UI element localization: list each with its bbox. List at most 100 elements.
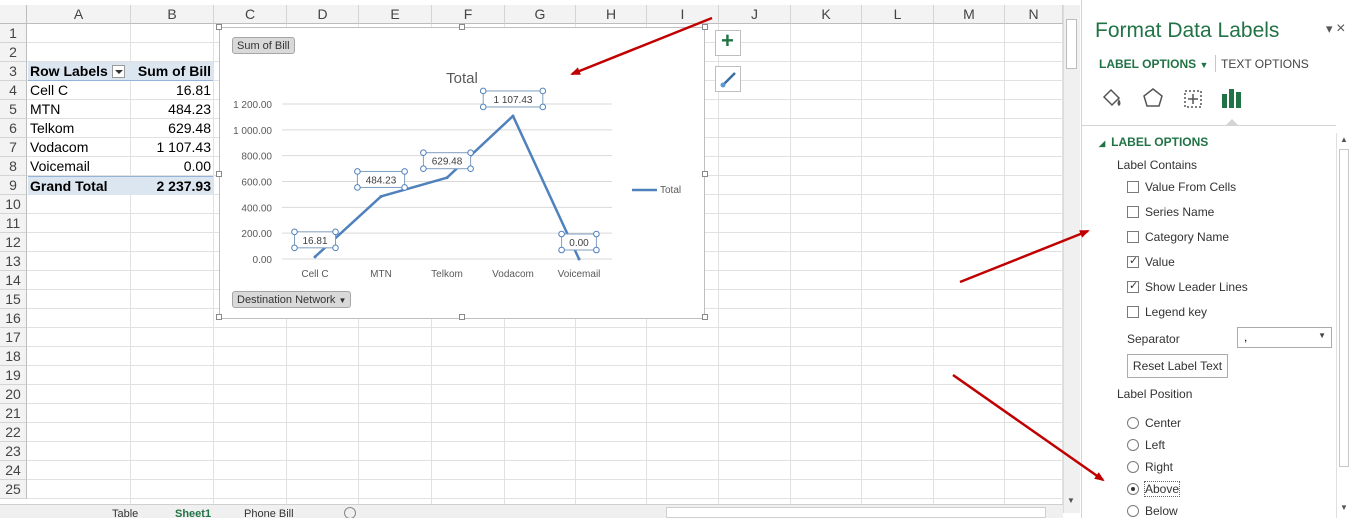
tab-label-options[interactable]: LABEL OPTIONS ▼ — [1099, 57, 1208, 71]
row-header[interactable]: 2 — [0, 43, 27, 62]
size-properties-icon[interactable] — [1180, 85, 1206, 111]
chart-styles-button[interactable] — [715, 66, 741, 92]
scroll-thumb[interactable] — [1339, 149, 1349, 467]
column-header[interactable]: A — [27, 5, 131, 24]
scroll-up-arrow[interactable]: ▲ — [1340, 135, 1348, 144]
pane-scrollbar[interactable]: ▲ ▼ — [1336, 133, 1352, 518]
resize-handle[interactable] — [702, 24, 708, 30]
label-handle[interactable] — [539, 103, 547, 111]
new-sheet-button[interactable] — [344, 507, 356, 518]
label-handle[interactable] — [593, 230, 600, 238]
label-handle[interactable] — [291, 244, 298, 252]
pivot-row-label[interactable]: MTN — [30, 100, 60, 119]
radio-label[interactable]: Left — [1145, 438, 1165, 452]
checkbox-label[interactable]: Series Name — [1145, 205, 1214, 219]
resize-handle[interactable] — [702, 314, 708, 320]
data-label[interactable]: 0.00 — [558, 230, 600, 254]
checkbox-label[interactable]: Legend key — [1145, 305, 1207, 319]
row-header[interactable]: 22 — [0, 423, 27, 442]
label-handle[interactable] — [479, 87, 487, 95]
checkbox-label[interactable]: Value — [1145, 255, 1175, 269]
row-header[interactable]: 7 — [0, 138, 27, 157]
pivot-row-label[interactable]: Vodacom — [30, 138, 88, 157]
column-header[interactable]: B — [131, 5, 214, 24]
label-handle[interactable] — [558, 246, 565, 254]
checkbox[interactable] — [1127, 206, 1139, 218]
row-header[interactable]: 4 — [0, 81, 27, 100]
radio-button[interactable] — [1127, 417, 1139, 429]
label-handle[interactable] — [479, 103, 487, 111]
radio-button[interactable] — [1127, 439, 1139, 451]
column-header[interactable]: H — [576, 5, 647, 24]
pivot-sum-header[interactable]: Sum of Bill — [131, 62, 213, 81]
resize-handle[interactable] — [702, 171, 708, 177]
checkbox-label[interactable]: Value From Cells — [1145, 180, 1236, 194]
row-header[interactable]: 18 — [0, 347, 27, 366]
checkbox[interactable] — [1127, 306, 1139, 318]
label-handle[interactable] — [354, 184, 361, 191]
row-header[interactable]: 23 — [0, 442, 27, 461]
sheet-tab-phone-bill[interactable]: Phone Bill — [244, 505, 294, 518]
checkbox[interactable] — [1127, 181, 1139, 193]
row-header[interactable]: 8 — [0, 157, 27, 176]
label-handle[interactable] — [558, 230, 565, 238]
row-header[interactable]: 5 — [0, 100, 27, 119]
label-handle[interactable] — [593, 246, 600, 254]
separator-dropdown[interactable]: , ▼ — [1237, 327, 1332, 348]
pivot-row-label[interactable]: Telkom — [30, 119, 74, 138]
pivot-grand-total-label[interactable]: Grand Total — [28, 176, 131, 195]
radio-label[interactable]: Below — [1145, 504, 1178, 518]
row-header[interactable]: 11 — [0, 214, 27, 233]
reset-label-text-button[interactable]: Reset Label Text — [1127, 354, 1228, 378]
label-handle[interactable] — [420, 165, 427, 172]
scroll-thumb[interactable] — [1066, 19, 1077, 69]
section-label-options[interactable]: ◢ LABEL OPTIONS — [1099, 135, 1208, 149]
effects-icon[interactable] — [1140, 85, 1166, 111]
label-handle[interactable] — [420, 149, 427, 156]
label-handle[interactable] — [467, 165, 474, 172]
sheet-tab-table[interactable]: Table — [112, 505, 138, 518]
chart-area[interactable]: Sum of Bill Destination Network ▼ Total 0… — [216, 24, 708, 320]
column-header[interactable]: K — [791, 5, 862, 24]
resize-handle[interactable] — [216, 314, 222, 320]
row-header[interactable]: 21 — [0, 404, 27, 423]
column-header[interactable]: F — [432, 5, 505, 24]
scroll-down-arrow[interactable]: ▼ — [1067, 496, 1075, 505]
row-header[interactable]: 3 — [0, 62, 27, 81]
column-header[interactable]: C — [214, 5, 287, 24]
row-header[interactable]: 24 — [0, 461, 27, 480]
pivot-row-labels-header[interactable]: Row Labels — [28, 62, 131, 81]
pivot-row-value[interactable]: 629.48 — [131, 119, 211, 138]
horizontal-scrollbar[interactable] — [666, 507, 1046, 518]
dropdown-arrow-icon[interactable]: ▾ — [1326, 21, 1333, 36]
pivot-grand-total-value[interactable]: 2 237.93 — [131, 176, 213, 195]
row-header[interactable]: 14 — [0, 271, 27, 290]
radio-label[interactable]: Center — [1145, 416, 1181, 430]
tab-text-options[interactable]: TEXT OPTIONS — [1221, 57, 1309, 71]
row-header[interactable]: 13 — [0, 252, 27, 271]
row-header[interactable]: 10 — [0, 195, 27, 214]
label-options-icon[interactable] — [1219, 85, 1245, 111]
row-header[interactable]: 25 — [0, 480, 27, 499]
label-handle[interactable] — [401, 168, 408, 175]
label-handle[interactable] — [291, 228, 298, 236]
scroll-down-arrow[interactable]: ▼ — [1340, 503, 1348, 512]
label-handle[interactable] — [354, 168, 361, 175]
row-header[interactable]: 17 — [0, 328, 27, 347]
chart-title[interactable]: Total — [446, 70, 478, 87]
fill-line-icon[interactable] — [1099, 85, 1125, 111]
radio-button[interactable] — [1127, 505, 1139, 517]
label-handle[interactable] — [539, 87, 547, 95]
column-header[interactable]: M — [934, 5, 1005, 24]
column-header[interactable]: G — [505, 5, 576, 24]
checkbox[interactable]: ✓ — [1127, 280, 1139, 293]
data-label[interactable]: 484.23 — [354, 168, 408, 191]
column-header[interactable]: I — [647, 5, 719, 24]
row-header[interactable]: 12 — [0, 233, 27, 252]
close-icon[interactable]: × — [1336, 20, 1345, 37]
radio-label[interactable]: Above — [1143, 481, 1181, 497]
chart-elements-button[interactable]: + — [715, 28, 741, 56]
label-handle[interactable] — [467, 149, 474, 156]
pivot-row-value[interactable]: 16.81 — [131, 81, 211, 100]
row-header[interactable]: 1 — [0, 24, 27, 43]
